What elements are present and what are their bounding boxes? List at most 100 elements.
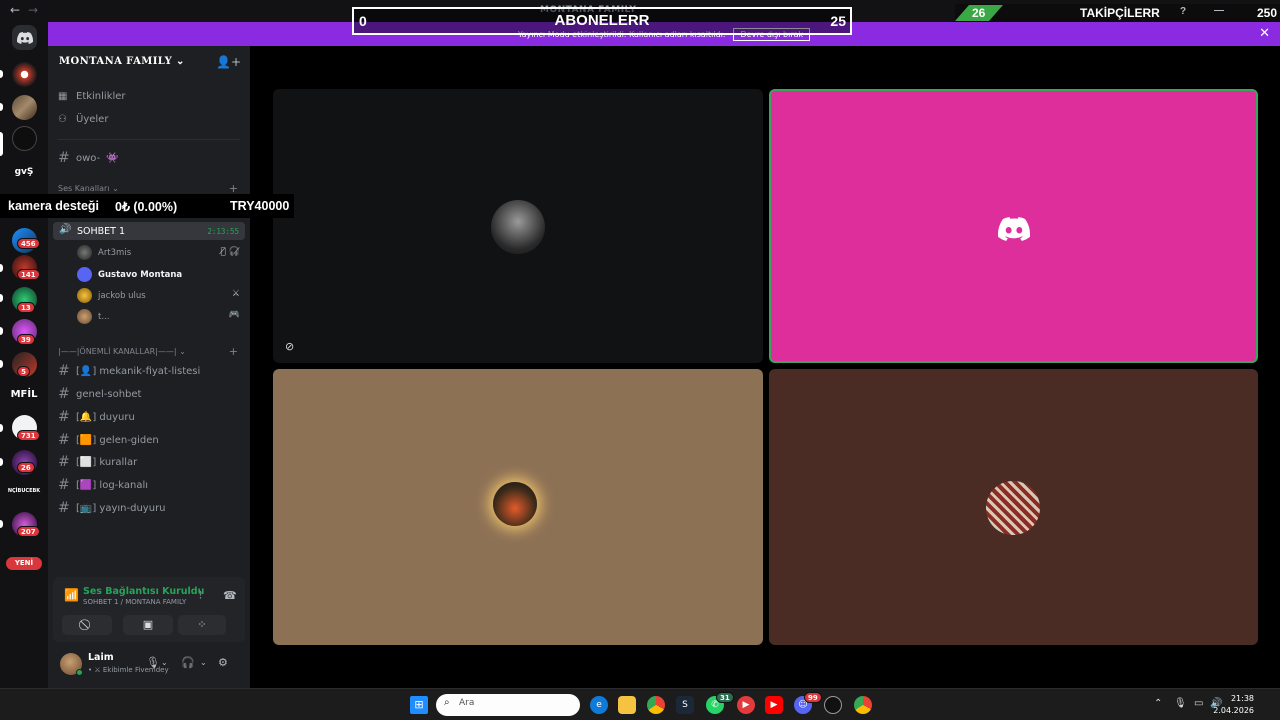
mention-badge: 207: [17, 526, 40, 537]
voice-connected-subtitle: SOHBET 1 / MONTANA FAMILY: [83, 598, 187, 606]
chevron-down-icon[interactable]: ⌄: [161, 658, 168, 667]
channel-duyuru[interactable]: # [🔔] duyuru: [58, 409, 135, 425]
close-icon[interactable]: ✕: [1259, 26, 1270, 41]
file-explorer-icon[interactable]: [618, 696, 636, 714]
video-tile[interactable]: [273, 369, 763, 645]
server-icon-montana[interactable]: [12, 126, 37, 151]
discord-home-icon[interactable]: [12, 25, 37, 50]
channel-label: owo-: [76, 152, 101, 164]
server-icon-gvs[interactable]: gvŞ: [8, 159, 40, 184]
category-important[interactable]: |——|ÖNEMLİ KANALLAR|——| ⌄: [58, 347, 186, 356]
unread-pip: [0, 294, 3, 302]
voice-user[interactable]: t...: [77, 308, 109, 325]
video-tile[interactable]: ⊘: [273, 89, 763, 363]
noise-suppression-icon[interactable]: ⫶: [199, 589, 202, 603]
mention-badge: 731: [17, 430, 40, 441]
chrome-icon[interactable]: [647, 696, 665, 714]
youtube-icon[interactable]: ▶: [765, 696, 783, 714]
channel-label: [🔔] duyuru: [76, 411, 135, 423]
voice-channel-sohbet-1[interactable]: 🔊 SOHBET 1 2:13:55: [53, 222, 245, 240]
subscriber-goal-overlay: 0 ABONELERR 25: [352, 7, 852, 35]
sidebar-item-members[interactable]: ⚇ Üyeler: [58, 114, 108, 125]
follower-label: TAKİPÇİLERR: [1080, 6, 1160, 20]
settings-gear-icon[interactable]: ⚙: [218, 656, 228, 669]
server-icon-ncibucebk[interactable]: NÇİBUCEBK: [8, 478, 40, 503]
tray-network-icon[interactable]: ▭: [1194, 698, 1203, 709]
unread-pip: [0, 360, 3, 368]
voice-user-name: jackob ulus: [98, 290, 146, 301]
activities-button[interactable]: ⁘: [178, 615, 226, 635]
voice-user[interactable]: Gustavo Montana: [77, 266, 182, 283]
mention-badge: 26: [17, 462, 35, 473]
divider: [58, 139, 240, 140]
screen-share-button[interactable]: ▣: [123, 615, 173, 635]
avatar: [77, 245, 92, 260]
channel-mekanik-fiyat-listesi[interactable]: # [👤] mekanik-fiyat-listesi: [58, 363, 200, 379]
members-label: Üyeler: [76, 114, 109, 125]
channel-label: [👤] mekanik-fiyat-listesi: [76, 365, 201, 377]
subscriber-max: 25: [830, 13, 846, 29]
clock-date: 2.04.2026: [1213, 706, 1254, 715]
help-icon[interactable]: ?: [1180, 6, 1186, 17]
emoji-icon: 👾: [106, 152, 119, 164]
back-arrow-icon[interactable]: ←: [10, 3, 20, 17]
signal-icon: 📶: [64, 588, 79, 602]
follower-goal-overlay: 26 TAKİPÇİLERR ? — 250: [955, 4, 1280, 22]
server-icon-mfil[interactable]: MFİL: [8, 382, 40, 407]
voice-user-name: Gustavo Montana: [98, 269, 183, 280]
unread-pip: [0, 520, 3, 528]
sidebar-item-events[interactable]: ▦ Etkinlikler: [58, 91, 126, 102]
channel-log-kanali[interactable]: # [🟪] log-kanalı: [58, 477, 148, 493]
subscriber-label: ABONELERR: [554, 12, 650, 29]
participant-avatar: [986, 481, 1040, 535]
minimize-icon[interactable]: —: [1214, 5, 1224, 16]
voice-user-name: t...: [98, 311, 110, 322]
video-tile[interactable]: [769, 369, 1258, 645]
avatar: [77, 288, 92, 303]
forward-arrow-icon[interactable]: →: [28, 3, 38, 17]
channel-label: genel-sohbet: [76, 388, 142, 400]
headphones-icon[interactable]: 🎧: [181, 656, 195, 669]
discord-window: ← → MONTANA FAMILY Yayıncı Modu etkinleş…: [0, 0, 1280, 720]
tray-mic-icon[interactable]: 🎙: [1174, 698, 1187, 709]
chrome-active-icon[interactable]: [854, 696, 872, 714]
server-name-header[interactable]: MONTANA FAMILY ⌄: [59, 56, 185, 67]
edge-icon[interactable]: e: [590, 696, 608, 714]
server-icon-1[interactable]: [12, 95, 37, 120]
channel-sidebar: MONTANA FAMILY ⌄ 👤+ ▦ Etkinlikler ⚇ Üyel…: [48, 46, 250, 688]
follower-current: 26: [972, 6, 986, 20]
voice-user[interactable]: Art3mis: [77, 244, 131, 261]
voice-connected-title: Ses Bağlantısı Kuruldu: [83, 586, 205, 597]
channel-yayin-duyuru[interactable]: # [📺] yayın-duyuru: [58, 500, 166, 516]
server-icon-lion[interactable]: [12, 62, 37, 87]
taskbar-clock[interactable]: 21:38 2.04.2026: [1213, 693, 1254, 717]
obs-icon[interactable]: [824, 696, 842, 714]
taskbar-search[interactable]: ⌕ Ara: [436, 694, 580, 716]
video-tile-speaking[interactable]: [769, 89, 1258, 363]
add-channel-icon[interactable]: +: [229, 345, 238, 358]
category-label: Ses Kanalları: [58, 184, 110, 193]
channel-gelen-giden[interactable]: # [🟧] gelen-giden: [58, 432, 159, 448]
search-icon: ⌕: [444, 697, 450, 708]
unread-pip: [0, 424, 3, 432]
channel-owo[interactable]: # owo- 👾: [58, 150, 119, 166]
microphone-icon[interactable]: 🎙: [146, 656, 160, 669]
new-badge: YENİ: [6, 557, 42, 570]
camera-button[interactable]: ⃠: [62, 615, 112, 635]
steam-icon[interactable]: S: [676, 696, 694, 714]
voice-user[interactable]: jackob ulus: [77, 287, 146, 304]
discord-logo-icon: [998, 217, 1030, 241]
hash-icon: #: [58, 432, 70, 448]
app-icon[interactable]: ▶: [737, 696, 755, 714]
add-member-icon[interactable]: 👤+: [216, 55, 241, 69]
gamepad-icon: 🎮: [228, 310, 240, 320]
channel-genel-sohbet[interactable]: # genel-sohbet: [58, 386, 141, 402]
category-voice[interactable]: Ses Kanalları ⌄: [58, 184, 119, 193]
voice-channel-timer: 2:13:55: [207, 227, 239, 236]
chevron-down-icon[interactable]: ⌄: [200, 658, 207, 667]
voice-channel-name: SOHBET 1: [77, 226, 126, 237]
channel-kurallar[interactable]: # [⬜] kurallar: [58, 454, 137, 470]
disconnect-icon[interactable]: ☎: [223, 589, 237, 602]
tray-chevron-icon[interactable]: ⌃: [1154, 698, 1162, 709]
windows-start-icon[interactable]: ⊞: [410, 696, 428, 714]
